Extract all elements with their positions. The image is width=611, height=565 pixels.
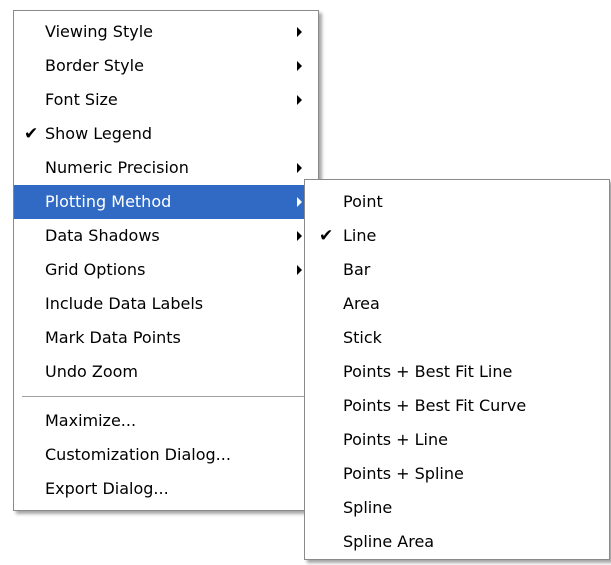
menu-item-grid-options[interactable]: Grid Options — [14, 253, 318, 287]
menu-item-label: Points + Best Fit Line — [343, 362, 513, 381]
menu-item-label: Font Size — [45, 90, 118, 109]
menu-item-mark-data-points[interactable]: Mark Data Points — [14, 321, 318, 355]
menu-item-plotting-method[interactable]: Plotting Method — [14, 185, 318, 219]
menu-item-label: Mark Data Points — [45, 328, 181, 347]
menu-item-undo-zoom[interactable]: Undo Zoom — [14, 355, 318, 389]
submenu-item-spline[interactable]: Spline — [305, 491, 609, 525]
menu-item-label: Stick — [343, 328, 382, 347]
menu-item-label: Export Dialog... — [45, 479, 169, 498]
submenu-item-spline-area[interactable]: Spline Area — [305, 525, 609, 559]
submenu-item-line[interactable]: ✔ Line — [305, 219, 609, 253]
menu-item-label: Maximize... — [45, 411, 137, 430]
menu-item-label: Line — [343, 226, 377, 245]
menu-item-label: Points + Best Fit Curve — [343, 396, 527, 415]
menu-item-label: Plotting Method — [45, 192, 172, 211]
menu-separator — [22, 396, 310, 397]
menu-item-customization-dialog[interactable]: Customization Dialog... — [14, 438, 318, 472]
submenu-item-area[interactable]: Area — [305, 287, 609, 321]
submenu-arrow-icon — [297, 163, 302, 173]
menu-item-label: Bar — [343, 260, 371, 279]
menu-item-label: Spline Area — [343, 532, 435, 551]
submenu-arrow-icon — [297, 61, 302, 71]
submenu-arrow-icon — [297, 95, 302, 105]
menu-item-label: Data Shadows — [45, 226, 160, 245]
submenu-arrow-icon — [297, 197, 302, 207]
menu-item-label: Show Legend — [45, 124, 153, 143]
submenu-item-point[interactable]: Point — [305, 185, 609, 219]
submenu-arrow-icon — [297, 265, 302, 275]
submenu-item-points-spline[interactable]: Points + Spline — [305, 457, 609, 491]
submenu-item-stick[interactable]: Stick — [305, 321, 609, 355]
menu-item-label: Points + Spline — [343, 464, 464, 483]
menu-item-label: Numeric Precision — [45, 158, 189, 177]
menu-item-label: Include Data Labels — [45, 294, 204, 313]
menu-item-label: Points + Line — [343, 430, 448, 449]
menu-item-viewing-style[interactable]: Viewing Style — [14, 15, 318, 49]
menu-item-export-dialog[interactable]: Export Dialog... — [14, 472, 318, 506]
submenu-arrow-icon — [297, 231, 302, 241]
submenu-item-bar[interactable]: Bar — [305, 253, 609, 287]
menu-item-data-shadows[interactable]: Data Shadows — [14, 219, 318, 253]
menu-item-label: Area — [343, 294, 380, 313]
menu-item-include-data-labels[interactable]: Include Data Labels — [14, 287, 318, 321]
menu-item-label: Spline — [343, 498, 393, 517]
submenu-arrow-icon — [297, 27, 302, 37]
menu-item-show-legend[interactable]: ✔ Show Legend — [14, 117, 318, 151]
menu-item-label: Border Style — [45, 56, 144, 75]
checkmark-icon: ✔ — [319, 226, 334, 246]
menu-item-label: Point — [343, 192, 383, 211]
menu-item-label: Customization Dialog... — [45, 445, 231, 464]
checkmark-icon: ✔ — [24, 124, 39, 144]
menu-item-numeric-precision[interactable]: Numeric Precision — [14, 151, 318, 185]
context-menu: Viewing Style Border Style Font Size ✔ S… — [13, 10, 319, 511]
submenu-item-points-line[interactable]: Points + Line — [305, 423, 609, 457]
menu-item-font-size[interactable]: Font Size — [14, 83, 318, 117]
menu-item-border-style[interactable]: Border Style — [14, 49, 318, 83]
plotting-method-submenu: Point ✔ Line Bar Area Stick Points + Bes… — [304, 179, 610, 560]
menu-item-label: Undo Zoom — [45, 362, 139, 381]
submenu-item-points-best-fit-line[interactable]: Points + Best Fit Line — [305, 355, 609, 389]
menu-item-label: Grid Options — [45, 260, 146, 279]
menu-item-label: Viewing Style — [45, 22, 153, 41]
submenu-item-points-best-fit-curve[interactable]: Points + Best Fit Curve — [305, 389, 609, 423]
menu-item-maximize[interactable]: Maximize... — [14, 404, 318, 438]
